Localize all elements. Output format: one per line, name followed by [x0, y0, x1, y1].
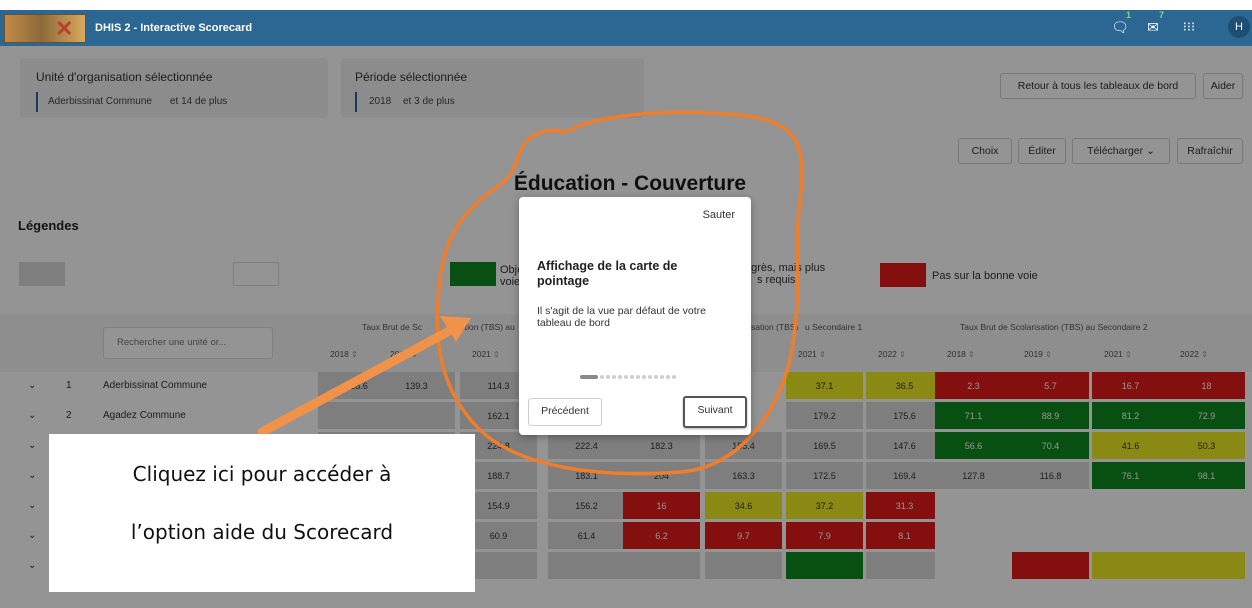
- progress-dot: [642, 374, 646, 379]
- progress-dot: [618, 374, 622, 379]
- tour-dialog: Sauter Affichage de la carte de pointage…: [519, 197, 751, 435]
- help-callout: Cliquez ici pour accéder à l’option aide…: [49, 434, 475, 592]
- previous-button[interactable]: Précédent: [528, 398, 602, 426]
- progress-dot: [580, 374, 598, 379]
- callout-line-1: Cliquez ici pour accéder à: [132, 462, 392, 486]
- progress-dot: [648, 374, 652, 379]
- dialog-title: Affichage de la carte de pointage: [537, 259, 678, 288]
- progress-dot: [612, 374, 616, 379]
- skip-tour-button[interactable]: Sauter: [703, 209, 735, 221]
- progress-dot: [600, 374, 604, 379]
- progress-dot: [636, 374, 640, 379]
- progress-dot: [666, 374, 670, 379]
- tour-progress-dots: [580, 368, 700, 379]
- dialog-body: Il s'agit de la vue par défaut de votre …: [537, 305, 706, 329]
- annotation-arrow-shaft: [257, 325, 456, 437]
- progress-dot: [624, 374, 628, 379]
- callout-line-2: l’option aide du Scorecard: [130, 520, 394, 544]
- next-button[interactable]: Suivant: [683, 396, 747, 428]
- progress-dot: [660, 374, 664, 379]
- progress-dot: [630, 374, 634, 379]
- progress-dot: [654, 374, 658, 379]
- progress-dot: [672, 374, 676, 379]
- progress-dot: [606, 374, 610, 379]
